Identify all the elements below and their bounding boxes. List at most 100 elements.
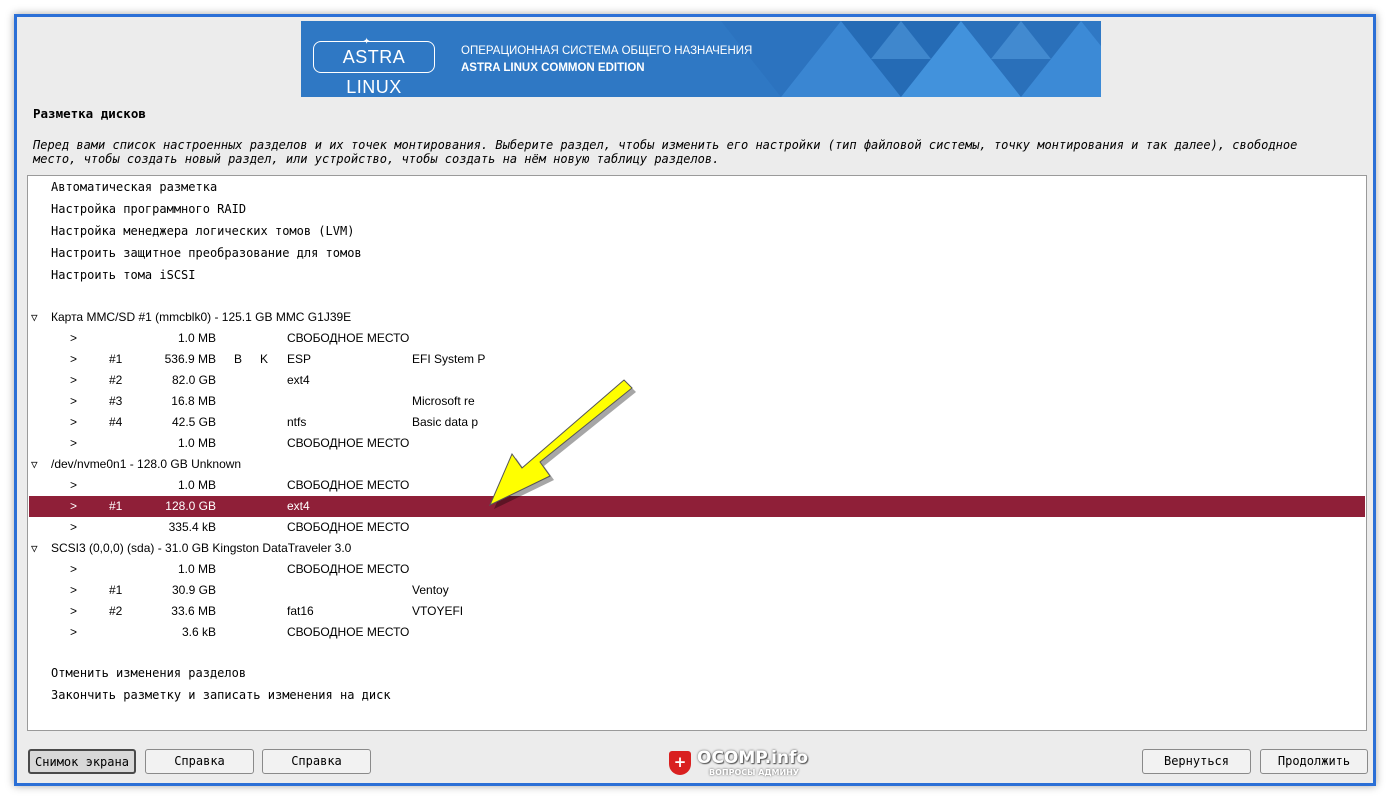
watermark-title: OCOMP.info xyxy=(697,748,809,768)
partition-number: #4 xyxy=(109,415,123,429)
partition-row[interactable]: > #1 536.9 MB B K ESP EFI System P xyxy=(29,349,1365,370)
installer-window: ASTRA LINUX ✦ ОПЕРАЦИОННАЯ СИСТЕМА ОБЩЕГ… xyxy=(14,14,1376,786)
partition-row[interactable]: >1.0 MB СВОБОДНОЕ МЕСТО xyxy=(29,475,1365,496)
partition-name: VTOYEFI xyxy=(412,604,464,618)
partition-size: 30.9 GB xyxy=(171,583,216,597)
menu-item[interactable]: Отменить изменения разделов xyxy=(29,663,1365,684)
astra-banner: ASTRA LINUX ✦ ОПЕРАЦИОННАЯ СИСТЕМА ОБЩЕГ… xyxy=(301,21,1101,97)
triangle-down-icon: ▽ xyxy=(31,542,38,555)
menu-item-label: Настроить защитное преобразование для то… xyxy=(51,246,362,260)
banner-edition: ASTRA LINUX COMMON EDITION xyxy=(461,62,645,74)
partition-filesystem: ext4 xyxy=(287,373,310,387)
menu-item-label: Настройка программного RAID xyxy=(51,202,247,216)
partition-row[interactable]: > #1 128.0 GB ext4 xyxy=(29,496,1365,517)
page-description: Перед вами список настроенных разделов и… xyxy=(33,138,1298,166)
row-arrow: > xyxy=(70,352,78,366)
partition-filesystem: СВОБОДНОЕ МЕСТО xyxy=(287,625,410,639)
partition-filesystem: СВОБОДНОЕ МЕСТО xyxy=(287,436,410,450)
partition-name: Ventoy xyxy=(412,583,449,597)
partition-filesystem: СВОБОДНОЕ МЕСТО xyxy=(287,562,410,576)
partition-row[interactable]: > #2 33.6 MB fat16 VTOYEFI xyxy=(29,601,1365,622)
row-arrow: > xyxy=(70,478,78,492)
triangle-down-icon: ▽ xyxy=(31,311,38,324)
partition-filesystem: ext4 xyxy=(287,499,310,513)
partition-size: 335.4 kB xyxy=(168,520,216,534)
partition-name: EFI System P xyxy=(412,352,486,366)
partition-size: 1.0 MB xyxy=(177,331,216,345)
partition-size: 33.6 MB xyxy=(171,604,216,618)
ocomp-watermark: + OCOMP.info ВОПРОСЫ АДМИНУ xyxy=(669,748,819,780)
partition-size: 16.8 MB xyxy=(171,394,216,408)
partition-filesystem: СВОБОДНОЕ МЕСТО xyxy=(287,331,410,345)
back-button[interactable]: Вернуться xyxy=(1142,749,1251,774)
partition-row[interactable]: > #3 16.8 MB Microsoft re xyxy=(29,391,1365,412)
device-row[interactable]: ▽ /dev/nvme0n1 - 128.0 GB Unknown xyxy=(29,454,1365,475)
partition-filesystem: fat16 xyxy=(287,604,314,618)
partition-filesystem: ESP xyxy=(287,352,312,366)
device-row[interactable]: ▽ Карта MMC/SD #1 (mmcblk0) - 125.1 GB MM… xyxy=(29,307,1365,328)
partition-number: #1 xyxy=(109,583,123,597)
partition-row[interactable]: >1.0 MB СВОБОДНОЕ МЕСТО xyxy=(29,559,1365,580)
menu-item[interactable]: Закончить разметку и записать изменения … xyxy=(29,685,1365,706)
star-icon: ✦ xyxy=(363,33,371,47)
partition-row[interactable]: > #4 42.5 GB ntfs Basic data p xyxy=(29,412,1365,433)
menu-item[interactable]: Настройка программного RAID xyxy=(29,199,1365,220)
partition-size: 1.0 MB xyxy=(177,436,216,450)
partition-number: #2 xyxy=(109,604,123,618)
row-arrow: > xyxy=(70,562,78,576)
partition-size: 536.9 MB xyxy=(164,352,216,366)
device-label: SCSI3 (0,0,0) (sda) - 31.0 GB Kingston D… xyxy=(51,541,352,555)
partition-row[interactable]: >335.4 kB СВОБОДНОЕ МЕСТО xyxy=(29,517,1365,538)
continue-button[interactable]: Продолжить xyxy=(1260,749,1368,774)
triangle-down-icon: ▽ xyxy=(31,458,38,471)
row-arrow: > xyxy=(70,604,78,618)
partition-name: Basic data p xyxy=(412,415,479,429)
menu-item[interactable]: Настроить защитное преобразование для то… xyxy=(29,243,1365,264)
row-arrow: > xyxy=(70,436,78,450)
row-arrow: > xyxy=(70,394,78,408)
row-arrow: > xyxy=(70,583,78,597)
astra-logo: ASTRA LINUX xyxy=(313,41,435,97)
menu-item[interactable]: Настройка менеджера логических томов (LV… xyxy=(29,221,1365,242)
row-arrow: > xyxy=(70,331,78,345)
menu-item-label: Настройка менеджера логических томов (LV… xyxy=(51,224,355,238)
menu-item-label: Закончить разметку и записать изменения … xyxy=(51,688,391,702)
partition-row[interactable]: > #2 82.0 GB ext4 xyxy=(29,370,1365,391)
partition-flag-boot: B xyxy=(234,352,243,366)
device-row[interactable]: ▽ SCSI3 (0,0,0) (sda) - 31.0 GB Kingston … xyxy=(29,538,1365,559)
partition-row[interactable]: > #1 30.9 GB Ventoy xyxy=(29,580,1365,601)
row-arrow: > xyxy=(70,625,78,639)
menu-item-label: Настроить тома iSCSI xyxy=(51,268,196,282)
partition-number: #3 xyxy=(109,394,123,408)
page-title: Разметка дисков xyxy=(33,106,146,121)
row-arrow: > xyxy=(70,520,78,534)
watermark-subtitle: ВОПРОСЫ АДМИНУ xyxy=(709,768,800,777)
partition-size: 3.6 kB xyxy=(181,625,216,639)
device-label: /dev/nvme0n1 - 128.0 GB Unknown xyxy=(51,457,242,471)
partition-size: 42.5 GB xyxy=(171,415,216,429)
menu-item[interactable]: Автоматическая разметка xyxy=(29,177,1365,198)
row-arrow: > xyxy=(70,499,78,513)
partition-number: #1 xyxy=(109,352,123,366)
partition-number: #2 xyxy=(109,373,123,387)
menu-item-label: Автоматическая разметка xyxy=(51,180,218,194)
partition-filesystem: СВОБОДНОЕ МЕСТО xyxy=(287,520,410,534)
screenshot-button[interactable]: Снимок экрана xyxy=(28,749,136,774)
partition-size: 1.0 MB xyxy=(177,562,216,576)
partition-size: 1.0 MB xyxy=(177,478,216,492)
partition-size: 128.0 GB xyxy=(165,499,216,513)
help-button-2[interactable]: Справка xyxy=(262,749,371,774)
partition-number: #1 xyxy=(109,499,123,513)
partition-row[interactable]: >3.6 kB СВОБОДНОЕ МЕСТО xyxy=(29,622,1365,643)
partition-row[interactable]: >1.0 MB СВОБОДНОЕ МЕСТО xyxy=(29,433,1365,454)
row-arrow: > xyxy=(70,373,78,387)
menu-item[interactable]: Настроить тома iSCSI xyxy=(29,265,1365,286)
partition-row[interactable]: >1.0 MB СВОБОДНОЕ МЕСТО xyxy=(29,328,1365,349)
banner-subtitle: ОПЕРАЦИОННАЯ СИСТЕМА ОБЩЕГО НАЗНАЧЕНИЯ xyxy=(461,45,753,57)
partition-list[interactable]: Автоматическая разметка Настройка програм… xyxy=(27,175,1367,731)
row-arrow: > xyxy=(70,415,78,429)
menu-item-label: Отменить изменения разделов xyxy=(51,666,247,680)
partition-name: Microsoft re xyxy=(412,394,475,408)
help-button[interactable]: Справка xyxy=(145,749,254,774)
device-label: Карта MMC/SD #1 (mmcblk0) - 125.1 GB MMC… xyxy=(51,310,352,324)
